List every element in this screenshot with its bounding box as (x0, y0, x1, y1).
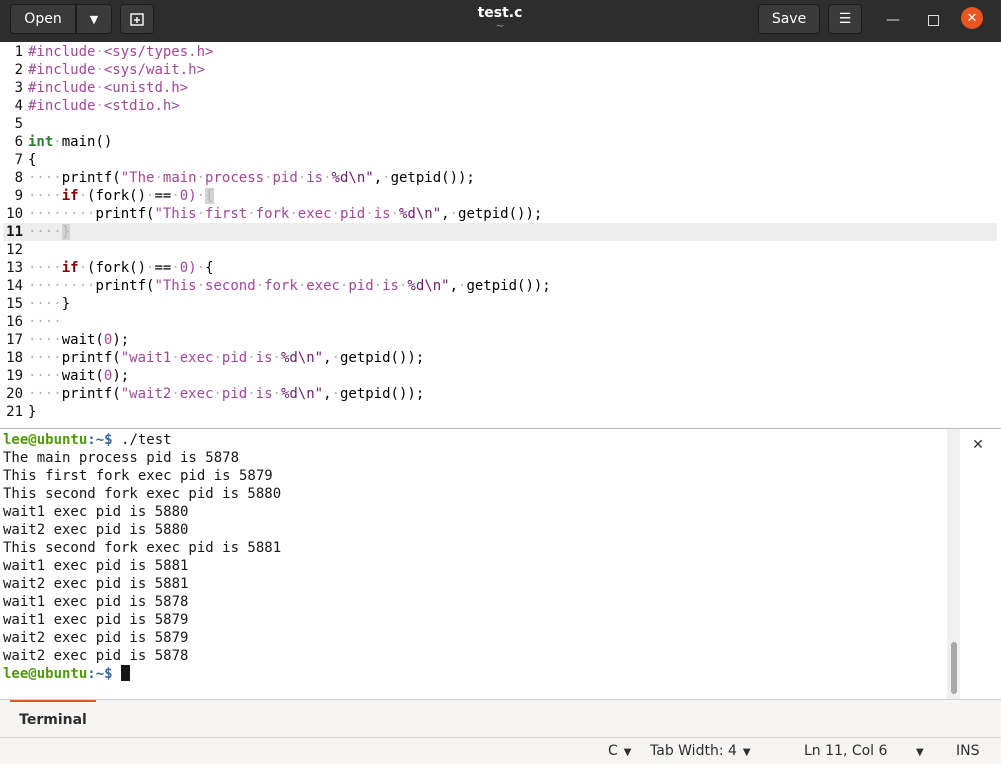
cursor-position[interactable]: Ln 11, Col 6 (804, 742, 887, 761)
line-number: 6 (14, 134, 23, 150)
terminal-panel[interactable]: lee@ubuntu:~$ ./test The main process pi… (0, 428, 1001, 698)
open-button[interactable]: Open (10, 4, 76, 34)
tab-terminal-label: Terminal (19, 711, 87, 728)
code-line: 20 ····printf("wait2·exec·pid·is·%d\n",·g… (3, 385, 997, 403)
code-line: 9 ····if·(fork()·==·0)·{ (3, 187, 997, 205)
terminal-line: wait2 exec pid is 5879 (3, 630, 189, 646)
line-number: 11 (6, 224, 23, 240)
code-line: 17 ····wait(0); (3, 331, 997, 349)
save-button[interactable]: Save (758, 4, 820, 34)
open-button-label: Open (24, 11, 62, 27)
code-line: 7{ (3, 151, 997, 169)
terminal-line: wait1 exec pid is 5878 (3, 594, 189, 610)
window-subtitle: ~ (495, 19, 505, 32)
line-number: 17 (6, 332, 23, 348)
new-tab-icon (130, 13, 144, 26)
code-line: 12 (3, 241, 997, 259)
line-number: 10 (6, 206, 23, 222)
terminal-line: wait1 exec pid is 5881 (3, 558, 189, 574)
line-number: 5 (14, 116, 23, 132)
line-number: 18 (6, 350, 23, 366)
main-menu-button[interactable]: ☰ (828, 4, 862, 34)
header-bar: Open ▼ test.c ~ Save ☰ — ✕ (0, 0, 1001, 42)
code-line: 16 ···· (3, 313, 997, 331)
terminal-prompt-line: lee@ubuntu:~$ (3, 665, 131, 683)
language-selector[interactable]: C ▼ (608, 742, 631, 761)
terminal-line: This second fork exec pid is 5880 (3, 486, 282, 502)
chevron-down-icon: ▼ (742, 747, 751, 758)
line-number: 15 (6, 296, 23, 312)
line-number: 1 (14, 44, 23, 60)
line-number: 21 (6, 404, 23, 420)
line-number: 4 (14, 98, 23, 114)
terminal-line: wait2 exec pid is 5880 (3, 522, 189, 538)
chevron-down-icon[interactable]: ▼ (916, 742, 924, 761)
line-number: 13 (6, 260, 23, 276)
save-button-label: Save (771, 11, 807, 27)
close-window-button[interactable]: ✕ (961, 7, 983, 29)
line-number: 7 (14, 152, 23, 168)
code-editor[interactable]: 1 #include·<sys/types.h> 2 #include·<sys/w… (0, 43, 1001, 427)
maximize-icon (927, 14, 939, 26)
code-line: 6 int·main() (3, 133, 997, 151)
line-number: 20 (6, 386, 23, 402)
terminal-line: The main process pid is 5878 (3, 450, 240, 466)
terminal-line: lee@ubuntu:~$ ./test (3, 432, 172, 448)
code-line: 8 ····printf("The·main·process·pid·is·%d\… (3, 169, 997, 187)
code-line: 1 #include·<sys/types.h> (3, 43, 997, 61)
close-icon: ✕ (972, 437, 984, 453)
code-line: 10 ········printf("This·first·fork·exec·p… (3, 205, 997, 223)
terminal-line: wait2 exec pid is 5881 (3, 576, 189, 592)
terminal-line: This first fork exec pid is 5879 (3, 468, 273, 484)
minimize-icon: — (886, 12, 900, 28)
terminal-scrollbar-thumb[interactable] (951, 642, 957, 694)
code-line: 13 ····if·(fork()·==·0)·{ (3, 259, 997, 277)
tab-width-selector[interactable]: Tab Width: 4 ▼ (650, 742, 751, 761)
line-number: 12 (6, 242, 23, 258)
line-number: 14 (6, 278, 23, 294)
code-line: 2 #include·<sys/wait.h> (3, 61, 997, 79)
hamburger-icon: ☰ (838, 11, 852, 27)
close-icon: ✕ (966, 10, 978, 26)
insert-mode-indicator[interactable]: INS (956, 742, 980, 761)
status-bar: C ▼ Tab Width: 4 ▼ Ln 11, Col 6 ▼ INS (0, 737, 1001, 764)
maximize-button[interactable] (921, 8, 945, 32)
terminal-line: wait1 exec pid is 5880 (3, 504, 189, 520)
terminal-line: wait2 exec pid is 5878 (3, 648, 189, 664)
chevron-down-icon: ▼ (89, 12, 99, 26)
new-document-button[interactable] (120, 4, 154, 34)
bottom-panel-tabs: Terminal (0, 699, 1001, 737)
line-number: 9 (14, 188, 23, 204)
open-menu-button[interactable]: ▼ (76, 4, 112, 34)
code-line: 14 ········printf("This·second·fork·exec·… (3, 277, 997, 295)
code-line: 4 #include·<stdio.h> (3, 97, 997, 115)
terminal-line: wait1 exec pid is 5879 (3, 612, 189, 628)
code-line: 18 ····printf("wait1·exec·pid·is·%d\n",·g… (3, 349, 997, 367)
code-line-current: 11 ····} (3, 223, 997, 241)
minimize-button[interactable]: — (881, 8, 905, 32)
close-panel-button[interactable]: ✕ (970, 437, 986, 453)
line-number: 16 (6, 314, 23, 330)
terminal-cursor (121, 665, 131, 681)
code-line: 5 (3, 115, 997, 133)
chevron-down-icon: ▼ (623, 747, 632, 758)
code-line: 21} (3, 403, 997, 421)
line-number: 19 (6, 368, 23, 384)
terminal-line: This second fork exec pid is 5881 (3, 540, 282, 556)
code-line: 3 #include·<unistd.h> (3, 79, 997, 97)
code-line: 19 ····wait(0); (3, 367, 997, 385)
code-line: 15 ····} (3, 295, 997, 313)
line-number: 3 (14, 80, 23, 96)
line-number: 8 (14, 170, 23, 186)
tab-terminal[interactable]: Terminal (10, 700, 96, 737)
line-number: 2 (14, 62, 23, 78)
